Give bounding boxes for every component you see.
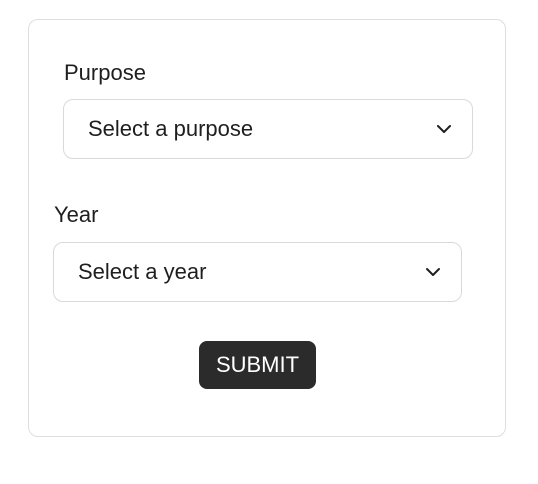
year-label: Year [54, 202, 99, 227]
submit-button[interactable]: SUBMIT [199, 341, 316, 389]
purpose-select[interactable]: Select a purpose [63, 99, 473, 159]
chevron-down-icon [437, 125, 451, 133]
year-select-value: Select a year [78, 259, 207, 284]
purpose-label: Purpose [64, 60, 146, 85]
year-select[interactable]: Select a year [53, 242, 462, 302]
purpose-select-value: Select a purpose [88, 116, 254, 141]
chevron-down-icon [426, 268, 440, 276]
